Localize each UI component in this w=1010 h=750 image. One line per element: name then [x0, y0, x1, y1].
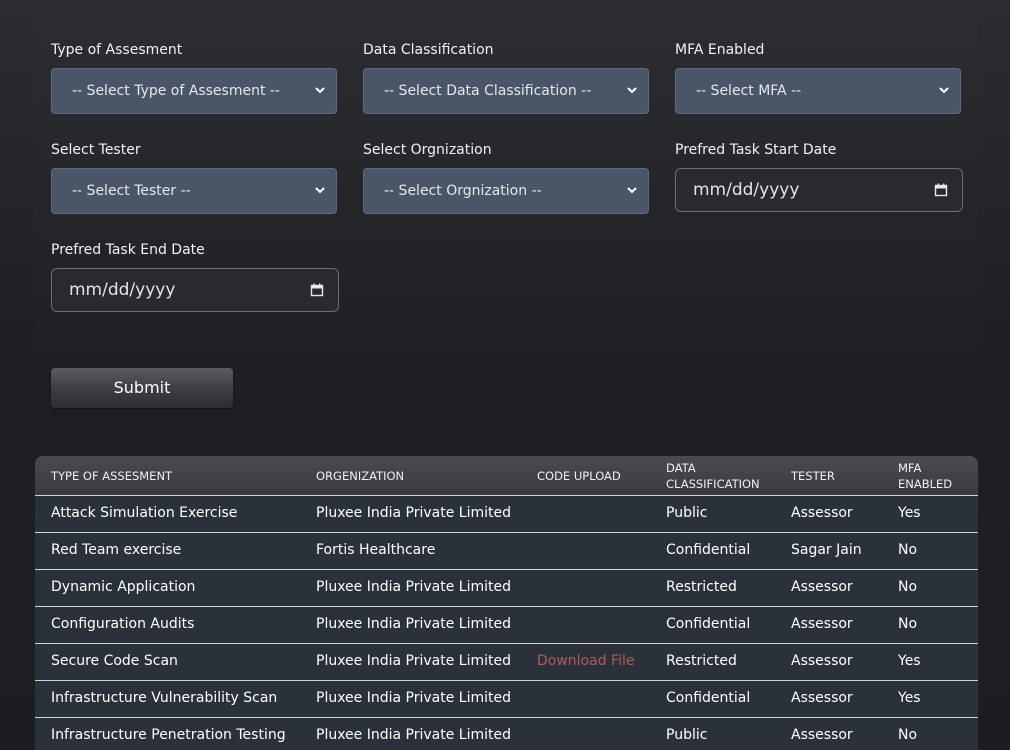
- assessment-table: TYPE OF ASSESMENT ORGENIZATION CODE UPLO…: [35, 456, 978, 750]
- organization-select[interactable]: -- Select Orgnization --: [363, 168, 649, 214]
- tester-select[interactable]: -- Select Tester --: [51, 168, 337, 214]
- mfa-select[interactable]: -- Select MFA --: [675, 68, 961, 114]
- cell-organization: Pluxee India Private Limited: [316, 653, 512, 669]
- table-row: Secure Code Scan Pluxee India Private Li…: [35, 644, 978, 681]
- cell-classification: Confidential: [666, 542, 751, 558]
- table-row: Attack Simulation Exercise Pluxee India …: [35, 496, 978, 533]
- cell-mfa: No: [898, 616, 918, 632]
- tester-label: Select Tester: [51, 142, 141, 158]
- cell-tester: Assessor: [791, 653, 853, 669]
- column-header-organization: ORGENIZATION: [316, 469, 405, 483]
- end-date-input[interactable]: mm/dd/yyyy: [51, 268, 339, 312]
- table-row: Red Team exercise Fortis Healthcare Conf…: [35, 533, 978, 570]
- cell-mfa: No: [898, 579, 918, 595]
- chevron-down-icon: [939, 87, 949, 94]
- chevron-down-icon: [627, 187, 637, 194]
- cell-organization: Pluxee India Private Limited: [316, 579, 512, 595]
- cell-tester: Assessor: [791, 727, 853, 743]
- cell-tester: Assessor: [791, 690, 853, 706]
- table-row: Configuration Audits Pluxee India Privat…: [35, 607, 978, 644]
- cell-type: Infrastructure Penetration Testing: [51, 727, 286, 743]
- start-date-placeholder: mm/dd/yyyy: [693, 180, 800, 200]
- end-date-placeholder: mm/dd/yyyy: [69, 280, 176, 300]
- assessment-type-label: Type of Assesment: [51, 42, 183, 58]
- data-classification-label: Data Classification: [363, 42, 494, 58]
- chevron-down-icon: [315, 187, 325, 194]
- cell-organization: Pluxee India Private Limited: [316, 690, 512, 706]
- data-classification-value: -- Select Data Classification --: [384, 83, 592, 99]
- tester-value: -- Select Tester --: [72, 183, 191, 199]
- table-row: Dynamic Application Pluxee India Private…: [35, 570, 978, 607]
- column-header-data-classification-line1: DATA: [666, 461, 696, 475]
- cell-tester: Sagar Jain: [791, 542, 862, 558]
- end-date-label: Prefred Task End Date: [51, 242, 205, 258]
- download-file-link[interactable]: Download File: [537, 653, 634, 669]
- mfa-value: -- Select MFA --: [696, 83, 802, 99]
- organization-value: -- Select Orgnization --: [384, 183, 542, 199]
- cell-type: Dynamic Application: [51, 579, 196, 595]
- cell-classification: Confidential: [666, 616, 751, 632]
- submit-button[interactable]: Submit: [51, 368, 233, 408]
- cell-classification: Confidential: [666, 690, 751, 706]
- cell-type: Red Team exercise: [51, 542, 182, 558]
- calendar-icon[interactable]: [310, 283, 324, 297]
- cell-type: Configuration Audits: [51, 616, 195, 632]
- column-header-mfa-line2: ENABLED: [898, 477, 953, 491]
- data-classification-select[interactable]: -- Select Data Classification --: [363, 68, 649, 114]
- page: Type of Assesment -- Select Type of Asse…: [0, 0, 1010, 750]
- cell-mfa: No: [898, 542, 918, 558]
- cell-tester: Assessor: [791, 579, 853, 595]
- calendar-icon[interactable]: [934, 183, 948, 197]
- cell-organization: Pluxee India Private Limited: [316, 616, 512, 632]
- cell-mfa: Yes: [898, 653, 921, 669]
- column-header-type: TYPE OF ASSESMENT: [51, 469, 173, 483]
- cell-organization: Fortis Healthcare: [316, 542, 436, 558]
- organization-label: Select Orgnization: [363, 142, 492, 158]
- cell-mfa: No: [898, 727, 918, 743]
- start-date-label: Prefred Task Start Date: [675, 142, 837, 158]
- cell-type: Attack Simulation Exercise: [51, 505, 238, 521]
- assessment-form: Type of Assesment -- Select Type of Asse…: [35, 0, 978, 424]
- assessment-type-select[interactable]: -- Select Type of Assesment --: [51, 68, 337, 114]
- table-header: TYPE OF ASSESMENT ORGENIZATION CODE UPLO…: [35, 456, 978, 496]
- assessment-type-value: -- Select Type of Assesment --: [72, 83, 280, 99]
- cell-classification: Restricted: [666, 579, 737, 595]
- table-row: Infrastructure Vulnerability Scan Pluxee…: [35, 681, 978, 718]
- column-header-code-upload: CODE UPLOAD: [537, 469, 621, 483]
- cell-organization: Pluxee India Private Limited: [316, 505, 512, 521]
- cell-type: Infrastructure Vulnerability Scan: [51, 690, 278, 706]
- cell-type: Secure Code Scan: [51, 653, 178, 669]
- table-row: Infrastructure Penetration Testing Pluxe…: [35, 718, 978, 750]
- cell-classification: Public: [666, 727, 708, 743]
- cell-classification: Restricted: [666, 653, 737, 669]
- chevron-down-icon: [315, 87, 325, 94]
- cell-mfa: Yes: [898, 505, 921, 521]
- column-header-mfa-line1: MFA: [898, 461, 922, 475]
- chevron-down-icon: [627, 87, 637, 94]
- cell-mfa: Yes: [898, 690, 921, 706]
- column-header-data-classification-line2: CLASSIFICATION: [666, 477, 760, 491]
- column-header-tester: TESTER: [791, 469, 835, 483]
- cell-tester: Assessor: [791, 505, 853, 521]
- cell-tester: Assessor: [791, 616, 853, 632]
- mfa-label: MFA Enabled: [675, 42, 765, 58]
- cell-organization: Pluxee India Private Limited: [316, 727, 512, 743]
- start-date-input[interactable]: mm/dd/yyyy: [675, 168, 963, 212]
- cell-classification: Public: [666, 505, 708, 521]
